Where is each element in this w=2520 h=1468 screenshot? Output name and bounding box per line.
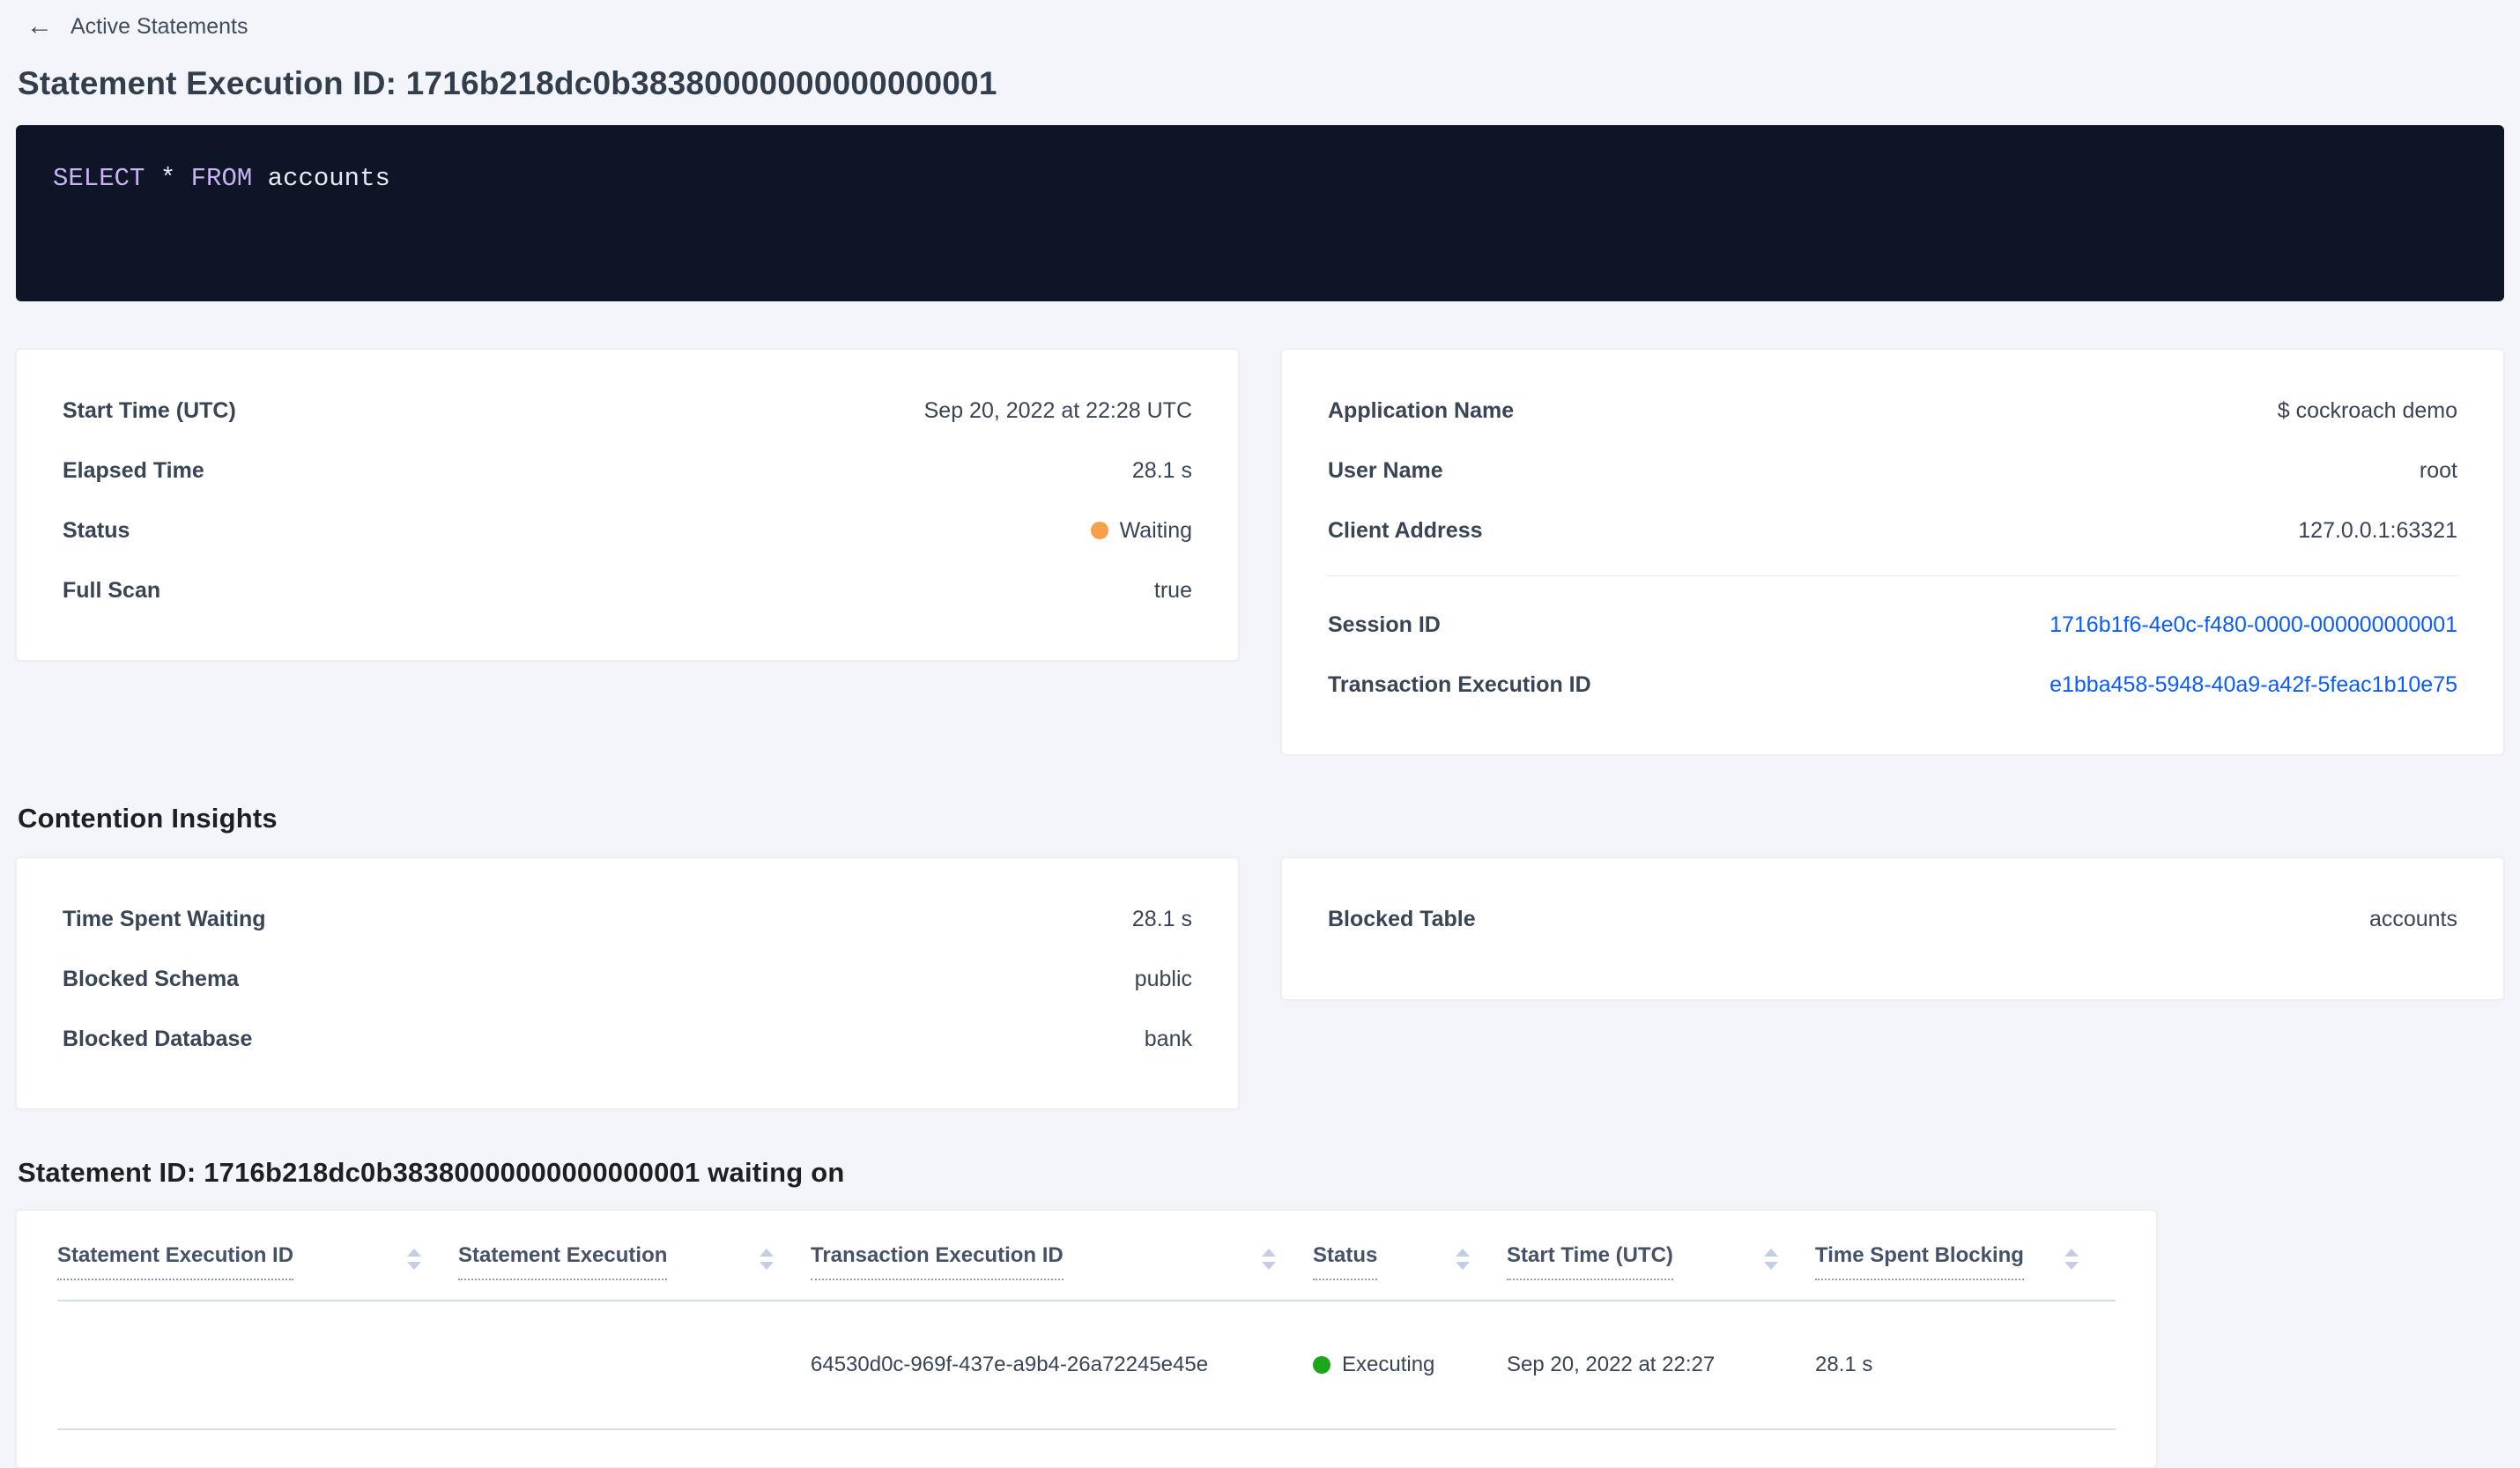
status-row: Status Waiting [63, 515, 1192, 545]
column-header-time-spent-blocking[interactable]: Time Spent Blocking [1815, 1242, 2116, 1280]
row-label: User Name [1328, 458, 1443, 483]
sql-statement-box: SELECT * FROM accounts [16, 125, 2504, 301]
contention-details-card: Time Spent Waiting 28.1 s Blocked Schema… [16, 857, 1239, 1109]
execution-overview-card: Start Time (UTC) Sep 20, 2022 at 22:28 U… [16, 349, 1239, 661]
table-header-row: Statement Execution ID Statement Executi… [57, 1242, 2116, 1301]
column-header-label: Status [1313, 1242, 1378, 1280]
cell-time-spent-blocking: 28.1 s [1815, 1353, 1873, 1376]
blocked-table-card: Blocked Table accounts [1281, 857, 2504, 1000]
row-value: 28.1 s [1131, 907, 1192, 931]
row-label: Status [63, 518, 130, 543]
full-scan-row: Full Scan true [63, 575, 1192, 605]
client-address-row: Client Address 127.0.0.1:63321 [1328, 515, 2457, 545]
cell-status: Executing [1313, 1353, 1507, 1377]
row-label: Transaction Execution ID [1328, 672, 1591, 697]
row-label: Application Name [1328, 398, 1515, 423]
sql-star: * [145, 164, 191, 193]
application-name-row: Application Name $ cockroach demo [1328, 396, 2457, 426]
waiting-on-table-card: Statement Execution ID Statement Executi… [16, 1210, 2157, 1468]
status-value: Waiting [1090, 515, 1192, 545]
sql-keyword-select: SELECT [53, 164, 145, 193]
sort-icon[interactable] [760, 1249, 774, 1270]
card-divider [1328, 575, 2457, 576]
row-value: Sep 20, 2022 at 22:28 UTC [923, 398, 1192, 423]
row-label: Blocked Table [1328, 907, 1476, 931]
row-label: Elapsed Time [63, 458, 204, 483]
column-header-start-time[interactable]: Start Time (UTC) [1507, 1242, 1815, 1280]
overview-cards-row: Start Time (UTC) Sep 20, 2022 at 22:28 U… [16, 349, 2504, 755]
row-value: accounts [2368, 907, 2457, 931]
table-row: 64530d0c-969f-437e-a9b4-26a72245e45e Exe… [57, 1301, 2116, 1430]
user-name-row: User Name root [1328, 456, 2457, 486]
row-label: Client Address [1328, 518, 1483, 543]
column-header-transaction-execution-id[interactable]: Transaction Execution ID [811, 1242, 1313, 1280]
cell-transaction-execution-id: 64530d0c-969f-437e-a9b4-26a72245e45e [811, 1353, 1209, 1376]
row-value: Waiting [1119, 518, 1192, 543]
blocked-database-row: Blocked Database bank [63, 1024, 1192, 1054]
row-label: Blocked Schema [63, 967, 240, 991]
row-label: Blocked Database [63, 1027, 253, 1051]
arrow-left-icon: ← [26, 11, 53, 41]
row-value: public [1134, 967, 1192, 991]
column-header-label: Statement Execution [458, 1242, 668, 1280]
session-id-row: Session ID 1716b1f6-4e0c-f480-0000-00000… [1328, 610, 2457, 640]
start-time-row: Start Time (UTC) Sep 20, 2022 at 22:28 U… [63, 396, 1192, 426]
row-value: true [1153, 578, 1192, 603]
waiting-on-heading: Statement ID: 1716b218dc0b38380000000000… [18, 1157, 845, 1188]
status-text: Executing [1342, 1353, 1435, 1376]
column-header-label: Statement Execution ID [57, 1242, 294, 1280]
row-value: $ cockroach demo [2277, 398, 2457, 423]
executing-status-dot-icon [1313, 1356, 1330, 1374]
statement-execution-details-page: ← Active Statements Statement Execution … [0, 0, 2520, 1468]
sort-icon[interactable] [2064, 1249, 2079, 1270]
column-header-label: Time Spent Blocking [1815, 1242, 2024, 1280]
blocked-schema-row: Blocked Schema public [63, 964, 1192, 994]
session-id-link[interactable]: 1716b1f6-4e0c-f480-0000-000000000001 [2049, 610, 2457, 640]
blocked-table-row: Blocked Table accounts [1328, 904, 2457, 934]
column-header-label: Transaction Execution ID [811, 1242, 1064, 1280]
row-label: Full Scan [63, 578, 161, 603]
elapsed-time-row: Elapsed Time 28.1 s [63, 456, 1192, 486]
column-header-label: Start Time (UTC) [1507, 1242, 1673, 1280]
sql-table-ref: accounts [252, 164, 390, 193]
back-link-label: Active Statements [70, 13, 248, 39]
sort-icon[interactable] [1764, 1249, 1778, 1270]
row-value: 28.1 s [1131, 458, 1192, 483]
sql-keyword-from: FROM [190, 164, 253, 193]
page-title: Statement Execution ID: 1716b218dc0b3838… [18, 65, 997, 101]
column-header-statement-execution[interactable]: Statement Execution [458, 1242, 811, 1280]
row-value: root [2419, 458, 2457, 483]
row-label: Start Time (UTC) [63, 398, 236, 423]
contention-insights-heading: Contention Insights [18, 803, 278, 834]
column-header-status[interactable]: Status [1313, 1242, 1507, 1280]
transaction-execution-id-row: Transaction Execution ID e1bba458-5948-4… [1328, 670, 2457, 700]
row-label: Time Spent Waiting [63, 907, 266, 931]
sort-icon[interactable] [1456, 1249, 1470, 1270]
sort-icon[interactable] [1262, 1249, 1276, 1270]
transaction-execution-id-link[interactable]: e1bba458-5948-40a9-a42f-5feac1b10e75 [2049, 670, 2457, 700]
row-label: Session ID [1328, 612, 1441, 637]
sort-icon[interactable] [407, 1249, 421, 1270]
back-link-active-statements[interactable]: ← Active Statements [16, 11, 248, 42]
row-value: bank [1144, 1027, 1192, 1051]
session-info-card: Application Name $ cockroach demo User N… [1281, 349, 2504, 755]
row-value: 127.0.0.1:63321 [2298, 518, 2457, 543]
time-spent-waiting-row: Time Spent Waiting 28.1 s [63, 904, 1192, 934]
cell-start-time: Sep 20, 2022 at 22:27 [1507, 1353, 1716, 1376]
waiting-status-dot-icon [1090, 522, 1108, 539]
contention-cards-row: Time Spent Waiting 28.1 s Blocked Schema… [16, 857, 2504, 1109]
column-header-statement-execution-id[interactable]: Statement Execution ID [57, 1242, 458, 1280]
